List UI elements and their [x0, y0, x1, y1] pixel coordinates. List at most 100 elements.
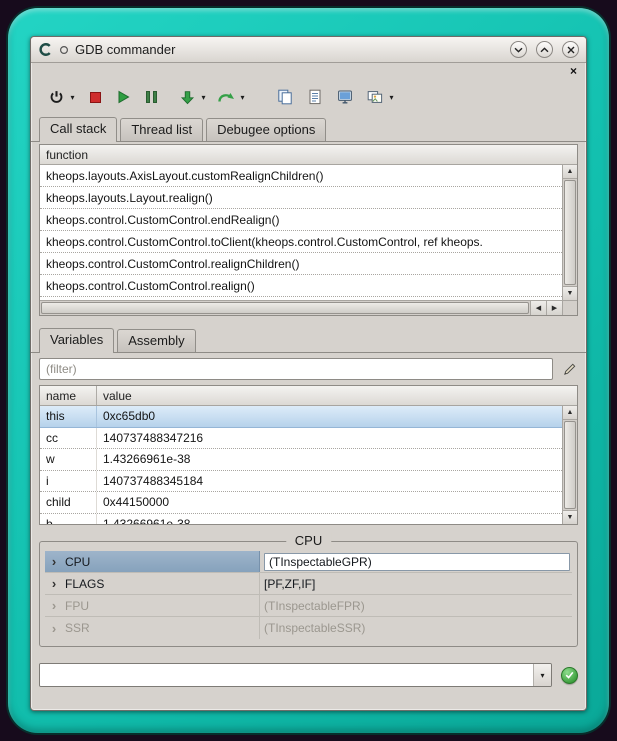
cpu-group-title: CPU	[286, 533, 331, 548]
call-stack-row[interactable]: kheops.layouts.AxisLayout.customRealignC…	[40, 165, 562, 187]
variable-value: 0xc65db0	[97, 406, 562, 427]
variable-value: 140737488347216	[97, 428, 562, 449]
command-combobox[interactable]: ▾	[39, 663, 552, 687]
titlebar[interactable]: GDB commander	[31, 37, 586, 63]
play-icon	[117, 90, 130, 104]
variable-name: i	[40, 471, 97, 492]
expand-icon[interactable]: ›	[45, 554, 63, 569]
variable-name: this	[40, 406, 97, 427]
column-header-name[interactable]: name	[40, 386, 97, 405]
scroll-up-icon[interactable]: ▲	[563, 165, 577, 179]
watch-dropdown-icon[interactable]: ▾	[386, 93, 397, 102]
combo-dropdown-icon[interactable]: ▾	[533, 664, 551, 686]
call-stack-row[interactable]: kheops.control.CustomControl.realignChil…	[40, 253, 562, 275]
scroll-down-icon[interactable]: ▼	[563, 510, 577, 524]
message-log-button[interactable]	[304, 85, 326, 109]
register-group-value-cell: (TInspectableGPR)	[260, 551, 572, 572]
maximize-button[interactable]	[536, 41, 553, 58]
target-output-button[interactable]	[334, 85, 356, 109]
column-header-value[interactable]: value	[97, 386, 577, 405]
call-stack-panel: function kheops.layouts.AxisLayout.custo…	[39, 144, 578, 316]
variables-header: name value	[40, 386, 577, 406]
cpu-row[interactable]: › CPU (TInspectableGPR)	[45, 551, 572, 573]
register-group-name: FPU	[63, 599, 89, 613]
expand-icon[interactable]: ›	[45, 598, 63, 613]
monitor-icon	[337, 89, 353, 105]
pause-button[interactable]	[140, 85, 162, 109]
step-into-dropdown-icon[interactable]: ▾	[198, 93, 209, 102]
expand-icon[interactable]: ›	[45, 576, 63, 591]
debug-toolbar: ▾ ▾ ▾ ▾	[31, 79, 586, 115]
call-stack-list: kheops.layouts.AxisLayout.customRealignC…	[40, 165, 562, 300]
close-button[interactable]	[562, 41, 579, 58]
stop-button[interactable]	[84, 85, 106, 109]
inspect-tabs: Variables Assembly	[31, 326, 586, 353]
register-group-name: CPU	[63, 555, 90, 569]
register-value-editor[interactable]: (TInspectableGPR)	[264, 553, 570, 571]
scroll-right-icon[interactable]: ▶	[546, 301, 562, 315]
horizontal-scroll-thumb[interactable]	[41, 302, 529, 314]
step-over-button[interactable]	[215, 85, 237, 109]
cpu-row-label: › FLAGS	[45, 573, 260, 594]
cpu-row-label: › FPU	[45, 595, 260, 616]
tab-call-stack[interactable]: Call stack	[39, 117, 117, 142]
call-stack-row[interactable]: kheops.layouts.Layout.realign()	[40, 187, 562, 209]
gdb-commander-window: GDB commander × ▾ ▾	[30, 36, 587, 711]
variable-name: b	[40, 514, 97, 525]
tab-debugee-options[interactable]: Debugee options	[206, 118, 326, 141]
confirm-button[interactable]	[561, 667, 578, 684]
variable-value: 0x44150000	[97, 492, 562, 513]
variable-row[interactable]: b 1.43266961e-38	[40, 514, 562, 525]
tab-thread-list[interactable]: Thread list	[120, 118, 203, 141]
tab-assembly[interactable]: Assembly	[117, 329, 195, 352]
register-group-value: [PF,ZF,IF]	[260, 573, 572, 594]
scroll-up-icon[interactable]: ▲	[563, 406, 577, 420]
expand-icon[interactable]: ›	[45, 621, 63, 636]
call-stack-horizontal-scrollbar[interactable]: ◀ ▶	[40, 300, 562, 315]
tab-variables[interactable]: Variables	[39, 328, 114, 353]
stop-icon	[90, 92, 101, 103]
cpu-row-label: › CPU	[45, 551, 260, 572]
scroll-down-icon[interactable]: ▼	[563, 286, 577, 300]
window-menu-icon[interactable]	[59, 45, 69, 55]
variables-list: this 0xc65db0 cc 140737488347216 w 1.432…	[40, 406, 562, 524]
dock-close-icon[interactable]: ×	[570, 65, 577, 77]
command-row: ▾	[39, 663, 578, 687]
app-icon	[38, 42, 53, 57]
step-over-dropdown-icon[interactable]: ▾	[237, 93, 248, 102]
watch-button[interactable]	[364, 85, 386, 109]
run-button[interactable]	[112, 85, 134, 109]
command-input[interactable]	[40, 664, 533, 686]
variable-row[interactable]: child 0x44150000	[40, 492, 562, 514]
filter-row	[39, 358, 578, 380]
vertical-scroll-thumb[interactable]	[564, 180, 576, 285]
variable-row[interactable]: cc 140737488347216	[40, 428, 562, 450]
window-frame: GDB commander × ▾ ▾	[8, 8, 609, 733]
register-group-value: (TInspectableSSR)	[260, 617, 572, 639]
variable-value: 1.43266961e-38	[97, 514, 562, 525]
scroll-left-icon[interactable]: ◀	[530, 301, 546, 315]
call-stack-column-header[interactable]: function	[40, 145, 577, 165]
variables-panel: name value this 0xc65db0 cc 140737488347…	[39, 385, 578, 525]
images-icon	[367, 89, 383, 105]
power-button[interactable]	[45, 85, 67, 109]
call-stack-vertical-scrollbar[interactable]: ▲ ▼	[562, 165, 577, 300]
vertical-scroll-thumb[interactable]	[564, 421, 576, 509]
variables-vertical-scrollbar[interactable]: ▲ ▼	[562, 406, 577, 524]
minimize-button[interactable]	[510, 41, 527, 58]
call-stack-row[interactable]: kheops.control.CustomControl.toClient(kh…	[40, 231, 562, 253]
step-into-button[interactable]	[176, 85, 198, 109]
cpu-row[interactable]: › FPU (TInspectableFPR)	[45, 595, 572, 617]
stack-copy-button[interactable]	[274, 85, 296, 109]
call-stack-row[interactable]: kheops.control.CustomControl.realign()	[40, 275, 562, 297]
call-stack-row[interactable]: kheops.control.CustomControl.endRealign(…	[40, 209, 562, 231]
variable-row[interactable]: w 1.43266961e-38	[40, 449, 562, 471]
filter-input[interactable]	[39, 358, 553, 380]
cpu-row[interactable]: › SSR (TInspectableSSR)	[45, 617, 572, 639]
variable-row[interactable]: i 140737488345184	[40, 471, 562, 493]
variable-row[interactable]: this 0xc65db0	[40, 406, 562, 428]
power-dropdown-icon[interactable]: ▾	[67, 93, 78, 102]
cpu-row[interactable]: › FLAGS [PF,ZF,IF]	[45, 573, 572, 595]
filter-edit-icon[interactable]	[560, 362, 578, 377]
scrollbar-corner	[562, 300, 577, 315]
